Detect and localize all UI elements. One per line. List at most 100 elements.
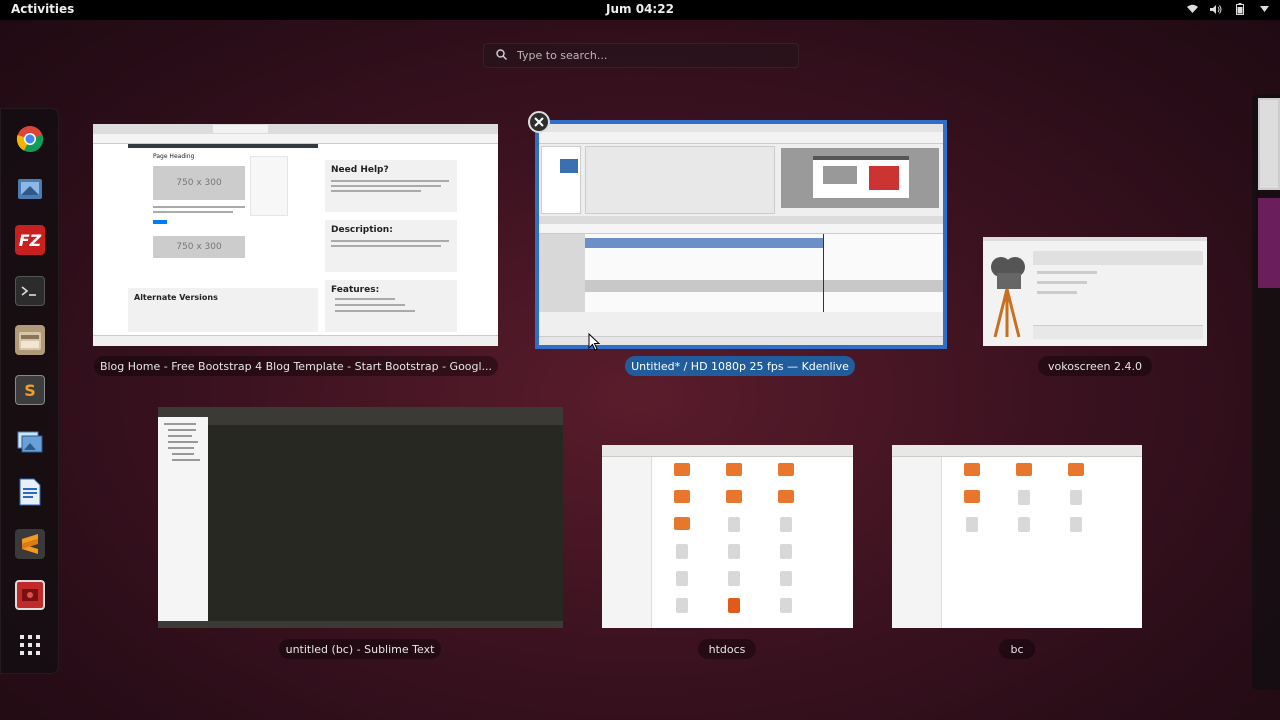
kdenlive-tabs [539,216,943,224]
preview-text-line [331,185,441,187]
kdenlive-toolbar [539,132,943,144]
window-kdenlive[interactable] [535,120,947,349]
chrome-icon[interactable] [15,124,45,154]
preview-text-line [331,180,449,182]
kdenlive-properties [585,146,775,214]
kdenlive-project-bin [541,146,581,214]
vokoscreen-buttons-row [1033,325,1203,339]
dash: FZ S [0,108,59,674]
kdenlive-audio-track [585,280,943,292]
search-icon [496,48,508,63]
clock[interactable]: Jum 04:22 [606,2,674,16]
preview-sidebar [250,156,288,216]
sidebar-line [172,459,200,461]
file-icon [1070,490,1082,505]
search-input[interactable] [517,49,777,62]
file-icon [966,517,978,532]
chevron-down-icon[interactable] [1258,2,1270,16]
kdenlive-timeline-clip [585,238,823,248]
mouse-pointer [588,332,601,355]
preview-read-more [153,220,167,224]
file-icon [1018,517,1030,532]
battery-icon[interactable] [1234,2,1246,16]
sidebar-line [168,447,194,449]
file-icon [1018,490,1030,505]
window-label-htdocs[interactable]: htdocs [698,639,756,659]
file-icon [780,571,792,586]
htdocs-sidebar [602,457,652,628]
preview-text-line [153,211,233,213]
sublime-sidebar [158,417,208,628]
folder-icon [964,463,980,476]
file-icon [676,544,688,559]
chrome-download-bar [93,335,498,346]
file-icon [728,571,740,586]
kdenlive-monitor [781,148,939,208]
close-window-button[interactable] [528,111,550,133]
folder-icon [674,463,690,476]
window-label-vokoscreen[interactable]: vokoscreen 2.4.0 [1038,356,1152,376]
filezilla-letters: FZ [18,230,42,250]
file-icon [676,598,688,613]
kdenlive-track-headers [539,234,585,312]
window-sublime[interactable] [158,407,563,628]
preview-card-features: Features: [325,280,457,332]
sublime-text-icon[interactable] [15,529,45,559]
search-box[interactable] [483,43,799,68]
preview-image-placeholder-2: 750 x 300 [153,236,245,258]
workspace-2[interactable] [1258,198,1280,288]
preview-card-alt-title: Alternate Versions [134,293,218,302]
preview-card-alt: Alternate Versions [128,288,318,332]
preview-card-help-title: Need Help? [331,165,389,175]
window-label-chrome[interactable]: Blog Home - Free Bootstrap 4 Blog Templa… [94,356,498,376]
folder-icon [778,490,794,503]
file-manager-icon[interactable] [15,325,45,355]
window-label-bc[interactable]: bc [999,639,1035,659]
screen-recorder-icon[interactable] [15,580,45,610]
image-viewer-icon[interactable] [15,427,45,457]
preview-heading: Page Heading [153,153,195,160]
preview-text-line [153,206,245,208]
volume-icon[interactable] [1210,2,1222,16]
folder-icon [726,490,742,503]
kdenlive-ruler [539,224,943,234]
window-bc[interactable] [892,445,1142,628]
screenshot-app-icon[interactable] [15,174,45,204]
terminal-icon[interactable] [15,276,45,306]
preview-text-line [331,240,449,242]
htdocs-headerbar [602,445,853,457]
preview-text-line [335,310,415,312]
system-tray[interactable] [1186,2,1270,16]
window-chrome[interactable]: Page Heading 750 x 300 750 x 300 Need He… [93,124,498,346]
window-vokoscreen[interactable] [983,237,1207,346]
preview-text-line [331,245,441,247]
window-label-sublime[interactable]: untitled (bc) - Sublime Text [279,639,441,659]
workspace-1[interactable] [1258,98,1280,190]
sublime-s-icon[interactable]: S [15,375,45,405]
chrome-tab [213,125,268,133]
workspace-switcher[interactable] [1252,94,1280,690]
preview-text-line [331,190,421,192]
show-applications-icon[interactable] [15,630,45,660]
file-icon [728,598,740,613]
file-icon [728,517,740,532]
chrome-address-bar [93,134,498,144]
sublime-tab-bar [208,417,563,425]
option-line [1037,291,1077,294]
sidebar-line [164,423,196,425]
activities-button[interactable]: Activities [11,2,74,16]
clock-container: Jum 04:22 [0,2,1280,16]
wifi-icon[interactable] [1186,2,1198,16]
window-label-kdenlive[interactable]: Untitled* / HD 1080p 25 fps — Kdenlive [625,356,855,376]
filezilla-icon[interactable]: FZ [15,225,45,255]
file-icon [1070,517,1082,532]
folder-icon [674,517,690,530]
sublime-statusbar [158,621,563,628]
document-viewer-icon[interactable] [15,477,45,507]
monitor-frame-bar [813,156,909,160]
window-htdocs[interactable] [602,445,853,628]
sidebar-line [168,435,192,437]
sidebar-line [168,441,198,443]
file-icon [676,571,688,586]
preview-text-line [335,304,405,306]
